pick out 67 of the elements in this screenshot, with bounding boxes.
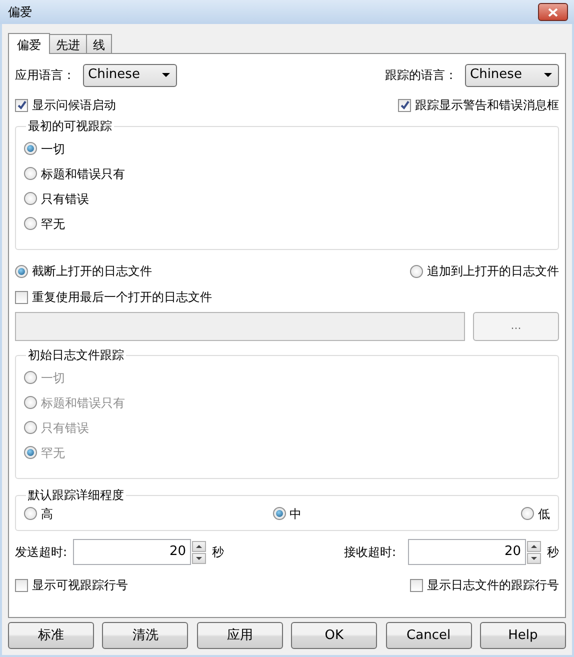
dialog-button[interactable]: 清洗 bbox=[102, 622, 188, 649]
radio-button[interactable] bbox=[272, 507, 286, 520]
caret-icon bbox=[162, 73, 170, 77]
down-arrow-icon bbox=[531, 556, 537, 560]
radio-label: 一切 bbox=[41, 370, 65, 386]
field-label: 发送超时: bbox=[15, 544, 68, 561]
dialog-button[interactable]: OK bbox=[291, 622, 378, 649]
group-title: 最初的可视跟踪 bbox=[27, 120, 113, 132]
radio-label: 追加到上打开的日志文件 bbox=[427, 263, 559, 280]
radio-button[interactable] bbox=[521, 507, 534, 520]
radio-label: 低 bbox=[538, 506, 550, 522]
radio-label: 只有错误 bbox=[41, 420, 89, 436]
radio-button[interactable] bbox=[24, 507, 37, 520]
checkbox[interactable] bbox=[15, 578, 28, 592]
radio-button[interactable] bbox=[24, 217, 37, 230]
dialog-button[interactable]: 应用 bbox=[196, 622, 283, 649]
radio-label: 罕无 bbox=[41, 216, 65, 232]
radio-label: 标题和错误只有 bbox=[41, 394, 125, 412]
radio-label: 中 bbox=[290, 506, 302, 522]
radio-label: 截断上打开的日志文件 bbox=[32, 263, 152, 280]
tab[interactable]: 偏爱 bbox=[8, 33, 50, 54]
down-arrow-icon bbox=[196, 556, 202, 560]
dialog-button[interactable]: Help bbox=[480, 622, 566, 649]
checkbox-label: 显示问候语启动 bbox=[32, 97, 116, 114]
radio-label: 一切 bbox=[41, 140, 65, 158]
number-field[interactable]: 20 bbox=[408, 539, 526, 565]
spin-up-button[interactable] bbox=[192, 540, 206, 552]
radio-button[interactable] bbox=[24, 142, 37, 155]
close-icon bbox=[548, 8, 558, 16]
radio-button[interactable] bbox=[410, 264, 423, 278]
window-title: 偏爱 bbox=[8, 4, 32, 21]
radio-button[interactable] bbox=[24, 167, 37, 180]
number-field[interactable]: 20 bbox=[73, 539, 192, 565]
tab[interactable]: 线 bbox=[86, 34, 112, 53]
radio-label: 罕无 bbox=[41, 444, 65, 462]
field-label: 应用语言： bbox=[15, 67, 75, 84]
radio-button[interactable] bbox=[24, 192, 37, 205]
group-title: 默认跟踪详细程度 bbox=[27, 489, 125, 501]
language-dropdown[interactable]: Chinese bbox=[83, 64, 177, 86]
up-arrow-icon bbox=[196, 544, 202, 548]
close-button[interactable] bbox=[538, 3, 568, 21]
checkbox-label: 跟踪显示警告和错误消息框 bbox=[415, 97, 559, 114]
spin-down-button[interactable] bbox=[192, 552, 206, 564]
dialog-button[interactable]: 标准 bbox=[8, 622, 94, 649]
checkbox[interactable] bbox=[15, 98, 28, 112]
spin-up-button[interactable] bbox=[527, 540, 541, 552]
checkbox-label: 重复使用最后一个打开的日志文件 bbox=[32, 289, 212, 306]
checkbox[interactable] bbox=[398, 98, 411, 112]
dialog-button[interactable]: Cancel bbox=[386, 622, 472, 649]
radio-button[interactable] bbox=[15, 264, 28, 278]
language-dropdown[interactable]: Chinese bbox=[465, 64, 559, 86]
field-label: 跟踪的语言： bbox=[385, 67, 457, 84]
field-label: 接收超时: bbox=[344, 544, 396, 561]
radio-label: 高 bbox=[41, 506, 53, 522]
unit-label: 秒 bbox=[547, 544, 559, 561]
caret-icon bbox=[544, 73, 552, 77]
tab[interactable]: 先进 bbox=[49, 34, 87, 53]
checkbox-label: 显示可视跟踪行号 bbox=[32, 577, 128, 594]
radio-label: 只有错误 bbox=[41, 190, 89, 208]
unit-label: 秒 bbox=[212, 544, 224, 561]
checkbox[interactable] bbox=[15, 290, 28, 304]
group-title: 初始日志文件跟踪 bbox=[27, 349, 125, 361]
up-arrow-icon bbox=[531, 544, 537, 548]
spin-down-button[interactable] bbox=[527, 552, 541, 564]
checkbox[interactable] bbox=[410, 578, 423, 592]
checkbox-label: 显示日志文件的跟踪行号 bbox=[427, 577, 559, 594]
radio-label: 标题和错误只有 bbox=[41, 166, 125, 182]
